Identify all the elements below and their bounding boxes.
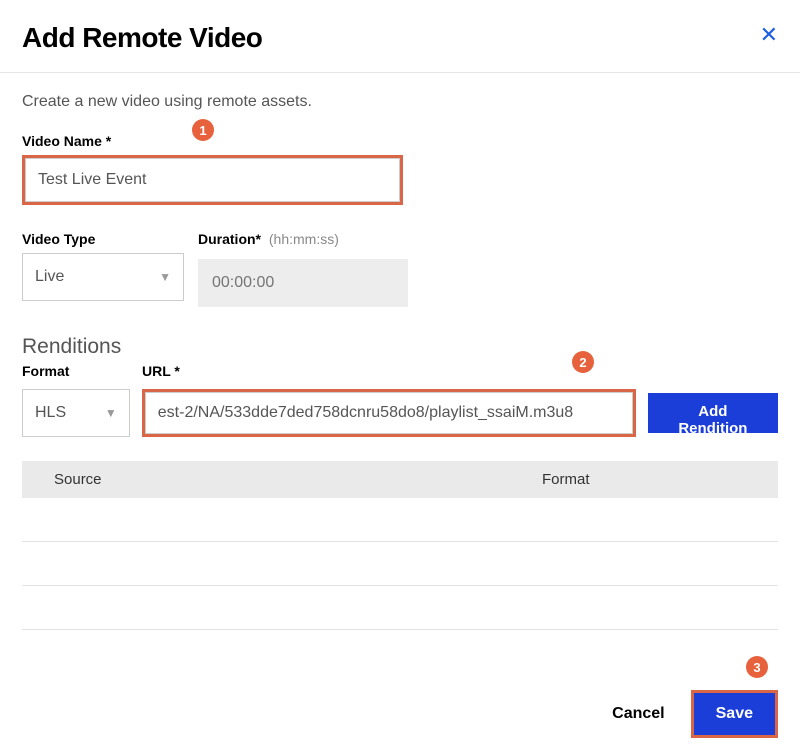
duration-label: Duration* (hh:mm:ss) bbox=[198, 231, 408, 247]
annotation-2: 2 bbox=[572, 351, 594, 373]
modal-body: Create a new video using remote assets. … bbox=[0, 73, 800, 630]
table-row bbox=[22, 542, 778, 586]
video-name-input[interactable] bbox=[25, 158, 400, 202]
cancel-button[interactable]: Cancel bbox=[594, 693, 682, 735]
format-selected: HLS bbox=[35, 404, 105, 422]
table-col-format: Format bbox=[502, 471, 778, 488]
video-type-label: Video Type bbox=[22, 231, 184, 247]
duration-hint: (hh:mm:ss) bbox=[269, 231, 339, 247]
modal-header: Add Remote Video ✕ bbox=[0, 0, 800, 73]
modal-footer: Cancel Save bbox=[594, 690, 778, 756]
video-type-selected: Live bbox=[35, 268, 159, 286]
renditions-heading: Renditions bbox=[22, 335, 778, 359]
table-row bbox=[22, 586, 778, 630]
renditions-table: Source Format bbox=[22, 461, 778, 630]
table-row bbox=[22, 498, 778, 542]
url-input[interactable] bbox=[145, 392, 633, 434]
annotation-3: 3 bbox=[746, 656, 768, 678]
format-label: Format bbox=[22, 363, 130, 379]
chevron-down-icon: ▼ bbox=[105, 406, 117, 420]
video-name-label: Video Name * bbox=[22, 133, 778, 149]
format-select[interactable]: HLS ▼ bbox=[22, 389, 130, 437]
url-label-wrap: URL * 2 bbox=[142, 363, 778, 379]
video-type-select[interactable]: Live ▼ bbox=[22, 253, 184, 301]
duration-input[interactable] bbox=[198, 259, 408, 307]
save-button[interactable]: Save bbox=[694, 693, 775, 735]
url-label: URL * bbox=[142, 363, 180, 379]
url-highlight bbox=[142, 389, 636, 437]
duration-label-text: Duration* bbox=[198, 231, 261, 247]
subtitle: Create a new video using remote assets. bbox=[22, 93, 778, 111]
table-header: Source Format bbox=[22, 461, 778, 498]
save-highlight: Save bbox=[691, 690, 778, 738]
duration-field: Duration* (hh:mm:ss) bbox=[198, 231, 408, 307]
video-name-highlight bbox=[22, 155, 403, 205]
video-type-field: Video Type Live ▼ bbox=[22, 231, 184, 307]
table-col-source: Source bbox=[22, 471, 502, 488]
modal-title: Add Remote Video bbox=[22, 22, 262, 54]
close-icon[interactable]: ✕ bbox=[760, 22, 778, 46]
chevron-down-icon: ▼ bbox=[159, 270, 171, 284]
add-rendition-button[interactable]: Add Rendition bbox=[648, 393, 778, 433]
annotation-1: 1 bbox=[192, 119, 214, 141]
